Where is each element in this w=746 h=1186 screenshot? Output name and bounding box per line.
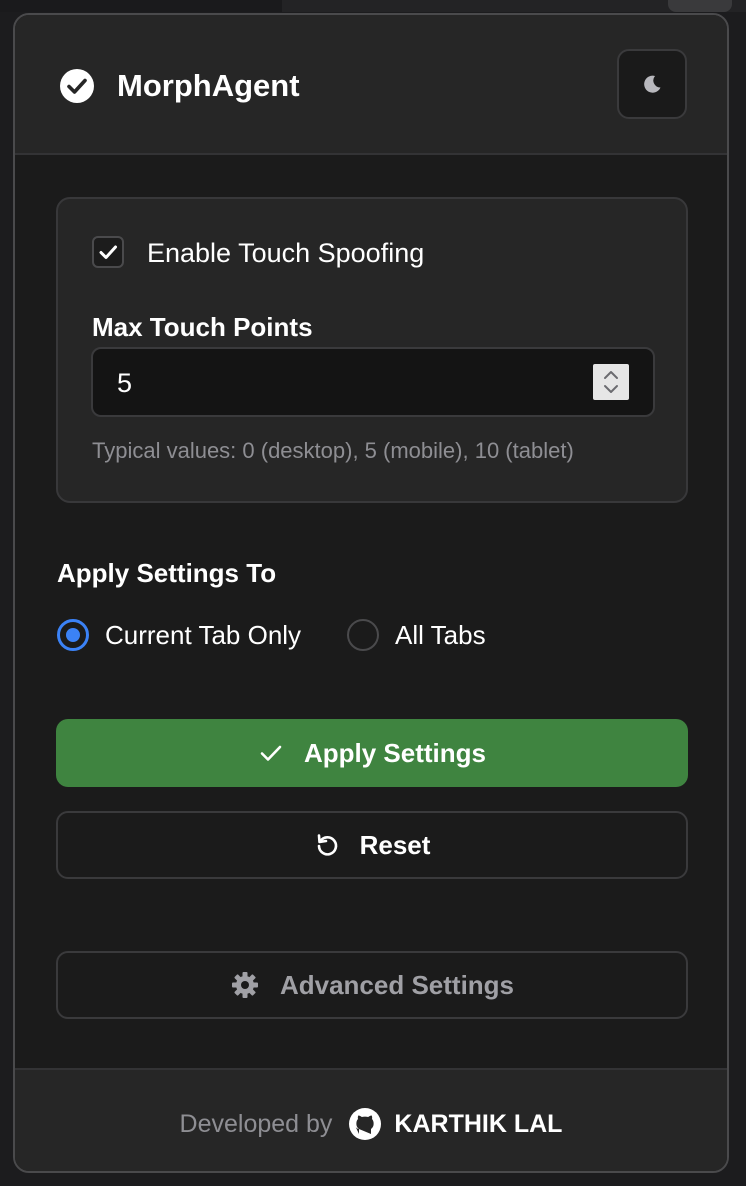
max-touch-points-label: Max Touch Points <box>92 312 313 342</box>
radio-current-tab-label[interactable]: Current Tab Only <box>105 619 301 651</box>
max-touch-points-input[interactable]: 5 <box>91 347 655 417</box>
reset-icon <box>314 832 340 858</box>
number-stepper[interactable] <box>593 364 629 400</box>
advanced-settings-label: Advanced Settings <box>279 969 515 1000</box>
touch-settings-card: Enable Touch Spoofing Max Touch Points 5… <box>56 197 688 503</box>
developed-by-text: Developed by <box>179 1109 333 1138</box>
enable-touch-checkbox[interactable] <box>92 236 124 268</box>
apply-settings-label: Apply Settings <box>303 737 486 768</box>
extension-popup: MorphAgent Enable Touch Spoofing Max Tou… <box>13 13 729 1173</box>
checkmark-icon <box>258 740 284 766</box>
browser-bar-left <box>0 0 282 12</box>
popup-header: MorphAgent <box>15 15 727 155</box>
app-title: MorphAgent <box>117 68 300 103</box>
apply-to-title: Apply Settings To <box>57 558 277 588</box>
check-circle-icon <box>59 68 95 104</box>
touch-points-hint: Typical values: 0 (desktop), 5 (mobile),… <box>92 438 574 463</box>
popup-footer: Developed by KARTHIK LAL <box>15 1068 727 1171</box>
radio-all-tabs-label[interactable]: All Tabs <box>395 619 486 651</box>
gear-icon <box>230 970 260 1000</box>
advanced-settings-button[interactable]: Advanced Settings <box>56 951 688 1019</box>
apply-settings-button[interactable]: Apply Settings <box>56 719 688 787</box>
radio-current-tab[interactable] <box>57 619 89 651</box>
max-touch-points-value: 5 <box>117 368 133 398</box>
checkmark-icon <box>97 241 119 263</box>
browser-top-strip <box>0 0 746 12</box>
enable-touch-label[interactable]: Enable Touch Spoofing <box>147 236 424 270</box>
reset-button[interactable]: Reset <box>56 811 688 879</box>
extension-toolbar-tab <box>668 0 732 12</box>
github-icon[interactable] <box>348 1107 382 1141</box>
theme-toggle-button[interactable] <box>617 49 687 119</box>
author-name[interactable]: KARTHIK LAL <box>394 1110 562 1139</box>
radio-all-tabs[interactable] <box>347 619 379 651</box>
reset-label: Reset <box>359 829 431 860</box>
moon-icon <box>641 73 663 95</box>
